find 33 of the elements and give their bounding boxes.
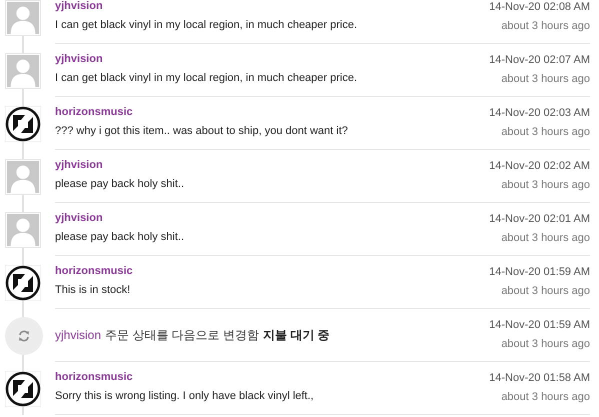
- relative-time: about 3 hours ago: [501, 179, 590, 191]
- timestamp: 14-Nov-20 02:03 AM: [489, 107, 590, 119]
- username-link[interactable]: horizonsmusic: [55, 106, 490, 118]
- timestamp: 14-Nov-20 01:58 AM: [489, 372, 590, 384]
- username-link[interactable]: yjhvision: [55, 159, 490, 171]
- username-link[interactable]: yjhvision: [55, 212, 490, 224]
- timestamp: 14-Nov-20 01:59 AM: [489, 266, 590, 278]
- relative-time: about 3 hours ago: [501, 126, 590, 138]
- timestamp: 14-Nov-20 02:01 AM: [489, 213, 590, 225]
- relative-time: about 3 hours ago: [501, 73, 590, 85]
- username-link[interactable]: yjhvision: [55, 328, 102, 342]
- relative-time: about 3 hours ago: [501, 338, 590, 350]
- relative-time: about 3 hours ago: [501, 285, 590, 297]
- comment-text: please pay back holy shit..: [55, 178, 186, 190]
- username-link[interactable]: yjhvision: [55, 0, 490, 12]
- timestamp: 14-Nov-20 01:59 AM: [489, 319, 590, 331]
- order-status: 지불 대기 중: [263, 327, 330, 344]
- username-link[interactable]: yjhvision: [55, 53, 490, 65]
- relative-time: about 3 hours ago: [501, 232, 590, 244]
- username-link[interactable]: horizonsmusic: [55, 265, 490, 277]
- relative-time: about 3 hours ago: [501, 20, 590, 32]
- comment-text: I can get black vinyl in my local region, in much cheaper price.: [55, 19, 358, 31]
- comment-text: This is in stock!: [55, 284, 132, 296]
- comment-text: ??? why i got this item.. was about to ship, you dont want it?: [55, 125, 349, 137]
- status-change-text: 주문 상태를 다음으로 변경함: [105, 327, 260, 344]
- timestamp: 14-Nov-20 02:08 AM: [489, 1, 590, 13]
- comment-text: I can get black vinyl in my local region, in much cheaper price.: [55, 72, 358, 84]
- timestamp: 14-Nov-20 02:02 AM: [489, 160, 590, 172]
- username-link[interactable]: horizonsmusic: [55, 371, 490, 383]
- comment-text: please pay back holy shit..: [55, 231, 186, 243]
- comment-text: Sorry this is wrong listing. I only have black vinyl left.,: [55, 390, 315, 402]
- relative-time: about 3 hours ago: [501, 391, 590, 403]
- timestamp: 14-Nov-20 02:07 AM: [489, 54, 590, 66]
